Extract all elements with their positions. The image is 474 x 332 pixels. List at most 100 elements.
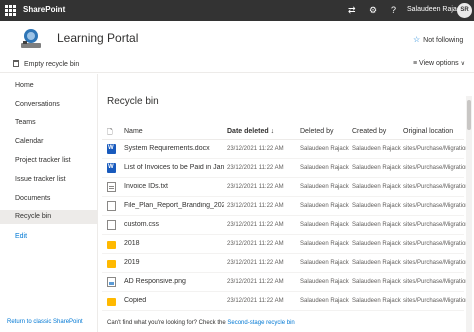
created-by: Salaudeen Rajack	[352, 222, 401, 228]
app-name[interactable]: SharePoint	[23, 5, 65, 14]
table-row[interactable]: 2018 23/12/2021 11:22 AM Salaudeen Rajack S…	[102, 235, 469, 254]
second-stage-recycle-bin-link[interactable]: Second-stage recycle bin	[227, 320, 294, 326]
date-deleted: 23/12/2021 11:22 AM	[227, 279, 284, 285]
original-location: sites/Purchase/Migration	[403, 146, 469, 152]
table-row[interactable]: 2019 23/12/2021 11:22 AM Salaudeen Rajack S…	[102, 254, 469, 273]
file-name[interactable]: List of Invoices to be Paid in Jan-2...	[124, 164, 224, 171]
created-by: Salaudeen Rajack	[352, 184, 401, 190]
star-icon: ☆	[413, 35, 421, 44]
nav-item-calendar[interactable]: Calendar	[0, 135, 97, 149]
folder-icon	[107, 298, 116, 306]
nav-item-recycle-bin[interactable]: Recycle bin	[0, 210, 97, 224]
file-name[interactable]: custom.css	[124, 221, 224, 228]
table-row[interactable]: Invoice IDs.txt 23/12/2021 11:22 AM Salaud…	[102, 178, 469, 197]
deleted-by: Salaudeen Rajack	[300, 222, 349, 228]
deleted-by: Salaudeen Rajack	[300, 279, 349, 285]
created-by: Salaudeen Rajack	[352, 298, 401, 304]
nav-item-documents[interactable]: Documents	[0, 192, 97, 206]
suite-bar: SharePoint ⇄ ⚙ ? Salaudeen Rajack SR	[0, 0, 474, 21]
app-launcher-icon[interactable]	[5, 5, 16, 16]
created-by: Salaudeen Rajack	[352, 260, 401, 266]
folder-icon	[107, 260, 116, 268]
original-location: sites/Purchase/Migration	[403, 203, 469, 209]
scrollbar-track[interactable]	[466, 96, 472, 332]
left-nav: Home Conversations Teams Calendar Projec…	[0, 74, 98, 332]
word-doc-icon	[107, 144, 116, 154]
table-row[interactable]: custom.css 23/12/2021 11:22 AM Salaudeen R…	[102, 216, 469, 235]
file-name[interactable]: Invoice IDs.txt	[124, 183, 224, 190]
column-header-deleted-by[interactable]: Deleted by	[300, 128, 333, 135]
file-icon	[107, 201, 116, 211]
original-location: sites/Purchase/Migration	[403, 298, 469, 304]
follow-label: Not following	[423, 37, 464, 44]
deleted-by: Salaudeen Rajack	[300, 241, 349, 247]
date-deleted: 23/12/2021 11:22 AM	[227, 241, 284, 247]
site-title[interactable]: Learning Portal	[57, 31, 138, 45]
text-file-icon	[107, 182, 116, 192]
follow-button[interactable]: ☆ Not following	[413, 35, 463, 44]
created-by: Salaudeen Rajack	[352, 241, 401, 247]
file-name[interactable]: AD Responsive.png	[124, 278, 224, 285]
scrollbar-thumb[interactable]	[467, 100, 471, 130]
column-header-created-by[interactable]: Created by	[352, 128, 386, 135]
date-deleted: 23/12/2021 11:22 AM	[227, 165, 284, 171]
trash-icon	[13, 60, 19, 67]
table-row[interactable]: Copied 23/12/2021 11:22 AM Salaudeen Rajac…	[102, 292, 469, 311]
file-name[interactable]: System Requirements.docx	[124, 145, 224, 152]
nav-item-issue-tracker-list[interactable]: Issue tracker list	[0, 173, 97, 187]
lines-icon: ≡	[413, 60, 418, 67]
select-all-icon[interactable]: 🗋	[107, 128, 113, 139]
footer-help-text: Can't find what you're looking for? Chec…	[107, 320, 295, 326]
deleted-by: Salaudeen Rajack	[300, 184, 349, 190]
original-location: sites/Purchase/Migration	[403, 241, 469, 247]
original-location: sites/Purchase/Migration	[403, 260, 469, 266]
original-location: sites/Purchase/Migration	[403, 184, 469, 190]
view-options-button[interactable]: ≡ View options ∨	[413, 60, 465, 67]
date-deleted: 23/12/2021 11:22 AM	[227, 298, 284, 304]
settings-icon[interactable]: ⚙	[369, 4, 377, 16]
table-row[interactable]: System Requirements.docx23/12/2021 11:22…	[102, 140, 469, 159]
column-header-date-deleted[interactable]: Date deleted ↓	[227, 128, 274, 135]
file-name[interactable]: 2019	[124, 259, 224, 266]
date-deleted: 23/12/2021 11:22 AM	[227, 260, 284, 266]
empty-recycle-bin-button[interactable]: Empty recycle bin	[13, 60, 79, 68]
date-deleted: 23/12/2021 11:22 AM	[227, 222, 284, 228]
avatar[interactable]: SR	[457, 3, 472, 18]
table-row[interactable]: File_Plan_Report_Branding_2020-...23/12/…	[102, 197, 469, 216]
nav-item-home[interactable]: Home	[0, 79, 97, 93]
view-options-label: View options	[419, 60, 459, 67]
date-deleted: 23/12/2021 11:22 AM	[227, 203, 284, 209]
original-location: sites/Purchase/Migration	[403, 222, 469, 228]
file-name[interactable]: Copied	[124, 297, 224, 304]
sort-arrow-icon: ↓	[270, 128, 275, 135]
file-name[interactable]: 2018	[124, 240, 224, 247]
date-deleted: 23/12/2021 11:22 AM	[227, 184, 284, 190]
created-by: Salaudeen Rajack	[352, 203, 401, 209]
return-to-classic-link[interactable]: Return to classic SharePoint	[7, 319, 83, 325]
command-bar: Empty recycle bin ≡ View options ∨	[0, 57, 474, 73]
chevron-down-icon: ∨	[460, 61, 465, 67]
nav-item-conversations[interactable]: Conversations	[0, 98, 97, 112]
deleted-by: Salaudeen Rajack	[300, 203, 349, 209]
original-location: sites/Purchase/Migration	[403, 279, 469, 285]
date-deleted: 23/12/2021 11:22 AM	[227, 146, 284, 152]
help-icon[interactable]: ?	[391, 4, 396, 16]
chat-icon[interactable]: ⇄	[348, 4, 356, 16]
site-logo-icon[interactable]	[17, 27, 45, 51]
nav-item-project-tracker-list[interactable]: Project tracker list	[0, 154, 97, 168]
nav-item-teams[interactable]: Teams	[0, 116, 97, 130]
created-by: Salaudeen Rajack	[352, 146, 401, 152]
user-name[interactable]: Salaudeen Rajack	[407, 6, 464, 13]
folder-icon	[107, 241, 116, 249]
deleted-by: Salaudeen Rajack	[300, 298, 349, 304]
table-row[interactable]: List of Invoices to be Paid in Jan-2...2…	[102, 159, 469, 178]
nav-edit-link[interactable]: Edit	[0, 230, 97, 244]
column-header-original-location[interactable]: Original location	[403, 128, 453, 135]
table-row[interactable]: AD Responsive.png 23/12/2021 11:22 AM Sala…	[102, 273, 469, 292]
column-header-name[interactable]: Name	[124, 128, 143, 135]
image-file-icon	[107, 277, 116, 287]
word-doc-icon	[107, 163, 116, 173]
created-by: Salaudeen Rajack	[352, 165, 401, 171]
deleted-by: Salaudeen Rajack	[300, 165, 349, 171]
file-name[interactable]: File_Plan_Report_Branding_2020-...	[124, 202, 224, 209]
